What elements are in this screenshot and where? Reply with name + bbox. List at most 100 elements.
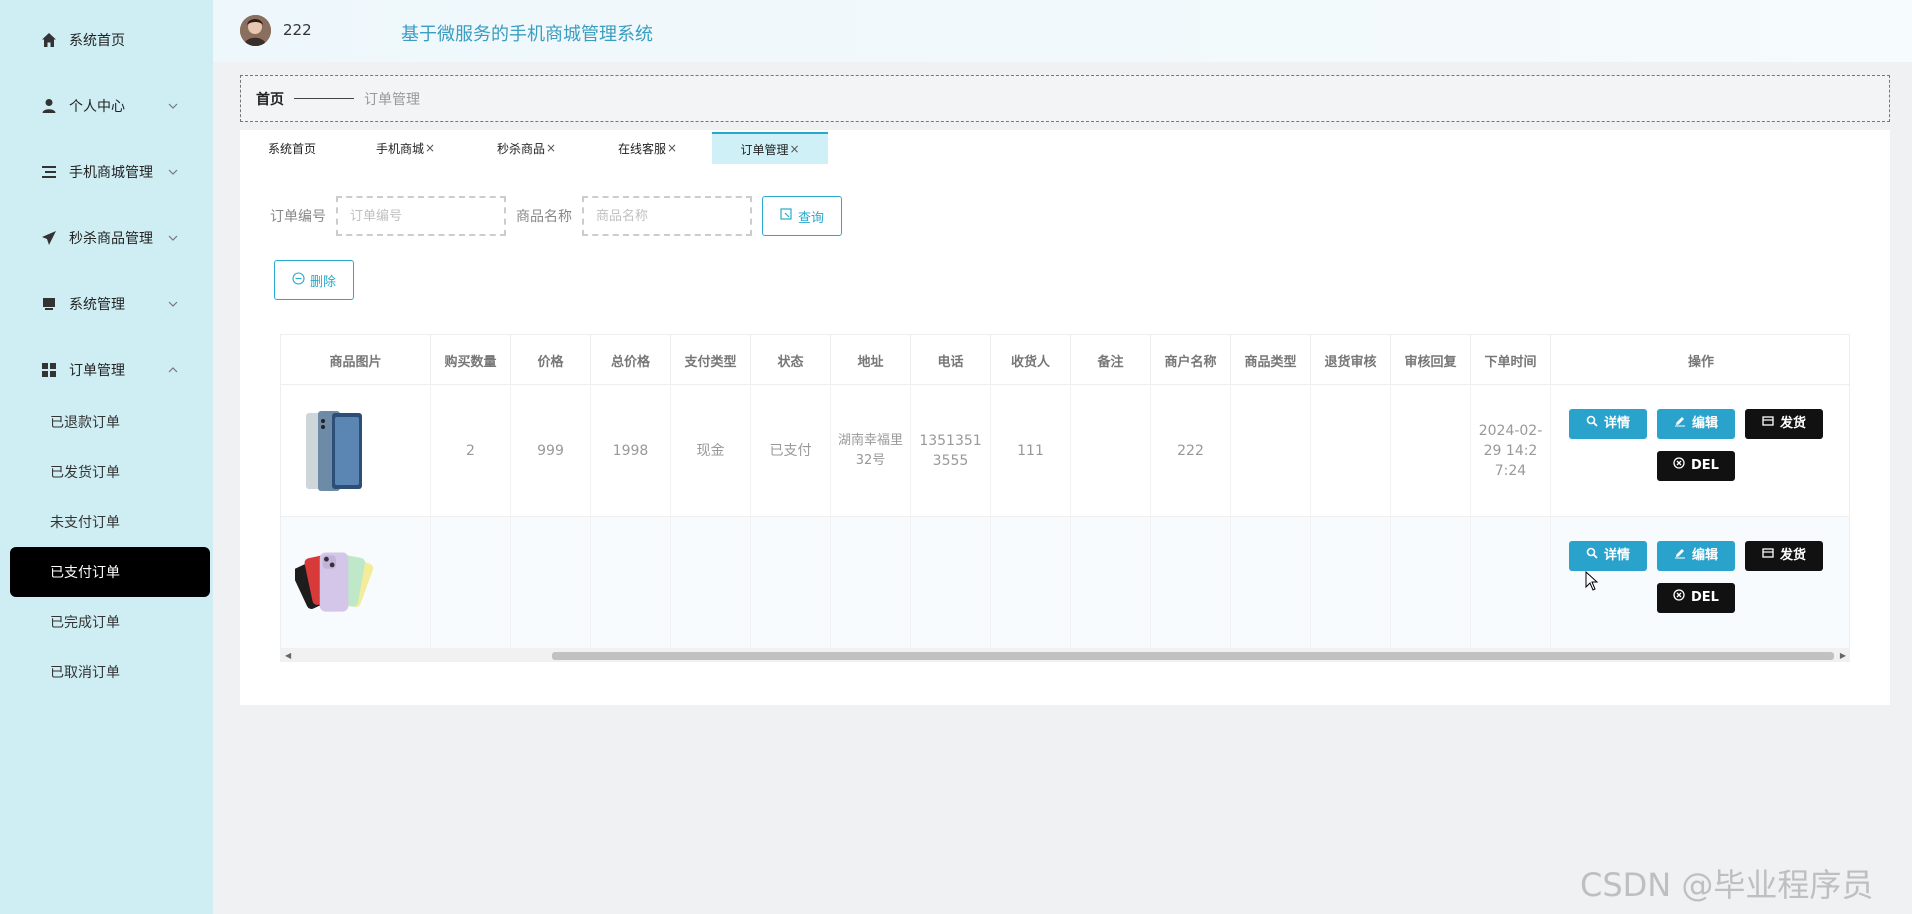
chevron-down-icon: [166, 99, 180, 113]
order-time-cell: [1471, 517, 1551, 649]
tab-label: 系统首页: [268, 141, 317, 156]
quantity-cell: 2: [431, 385, 511, 517]
sidebar-subitem-cancelled[interactable]: 已取消订单: [10, 647, 210, 697]
chevron-up-icon: [166, 363, 180, 377]
sidebar-item-label: 系统管理: [69, 297, 125, 313]
sidebar-item-system[interactable]: 系统管理: [0, 284, 213, 324]
close-icon[interactable]: ×: [789, 142, 799, 156]
table-row: 详情 编辑 发货 DEL: [281, 517, 1849, 649]
column-header: 审核回复: [1391, 335, 1471, 385]
close-icon[interactable]: ×: [667, 141, 677, 155]
del-button-label: DEL: [1691, 590, 1719, 605]
sidebar-subitem-completed[interactable]: 已完成订单: [10, 597, 210, 647]
tab-home[interactable]: 系统首页: [268, 132, 316, 164]
column-header: 商户名称: [1151, 335, 1231, 385]
price-cell: 999: [511, 385, 591, 517]
column-header: 下单时间: [1471, 335, 1551, 385]
delete-button-label: 删除: [309, 274, 336, 290]
column-header: 价格: [511, 335, 591, 385]
product-image[interactable]: [295, 411, 375, 491]
close-icon[interactable]: ×: [546, 141, 556, 155]
detail-button[interactable]: 详情: [1569, 409, 1647, 439]
detail-button-label: 详情: [1603, 548, 1630, 563]
review-reply-cell: [1391, 385, 1471, 517]
tab-customer-service[interactable]: 在线客服 ×: [618, 132, 677, 164]
column-header: 电话: [911, 335, 991, 385]
del-button[interactable]: DEL: [1657, 583, 1735, 613]
search-icon: [780, 207, 793, 225]
column-header: 地址: [831, 335, 911, 385]
return-review-cell: [1311, 385, 1391, 517]
edit-button[interactable]: 编辑: [1657, 409, 1735, 439]
close-circle-icon: [1673, 456, 1685, 476]
tab-order-management[interactable]: 订单管理 ×: [712, 132, 828, 164]
sidebar-item-seckill[interactable]: 秒杀商品管理: [0, 218, 213, 258]
column-header: 收货人: [991, 335, 1071, 385]
scroll-left-icon[interactable]: ◀: [285, 651, 291, 660]
delete-button[interactable]: 删除: [274, 260, 354, 300]
ship-button-label: 发货: [1779, 548, 1806, 563]
sidebar-item-label: 秒杀商品管理: [69, 231, 153, 247]
user-icon: [40, 97, 58, 115]
sidebar-item-label: 系统首页: [69, 33, 125, 49]
del-button-label: DEL: [1691, 458, 1719, 473]
scrollbar-thumb[interactable]: [552, 652, 1834, 660]
query-button[interactable]: 查询: [762, 196, 842, 236]
sidebar-item-label: 个人中心: [69, 99, 125, 115]
column-header: 支付类型: [671, 335, 751, 385]
ship-button[interactable]: 发货: [1745, 541, 1823, 571]
send-icon: [40, 229, 58, 247]
avatar[interactable]: [240, 15, 271, 46]
del-button[interactable]: DEL: [1657, 451, 1735, 481]
phone-cell: [911, 517, 991, 649]
top-header: 222 基于微服务的手机商城管理系统: [213, 0, 1912, 62]
sidebar-subitem-paid[interactable]: 已支付订单: [10, 547, 210, 597]
table-header: 商品图片 购买数量 价格 总价格 支付类型 状态 地址 电话 收货人 备注 商户…: [281, 335, 1849, 385]
sidebar-subitem-shipped[interactable]: 已发货订单: [10, 447, 210, 497]
sidebar-item-orders[interactable]: 订单管理: [0, 350, 213, 390]
pay-type-cell: 现金: [671, 385, 751, 517]
sidebar-subitem-refunded[interactable]: 已退款订单: [10, 397, 210, 447]
tab-phone-mall[interactable]: 手机商城 ×: [376, 132, 435, 164]
product-type-cell: [1231, 517, 1311, 649]
column-header: 购买数量: [431, 335, 511, 385]
box-icon: [1762, 414, 1774, 434]
column-header: 备注: [1071, 335, 1151, 385]
table-row: 2 999 1998 现金 已支付 湖南幸福里32号 13513513555 1…: [281, 385, 1849, 517]
sidebar-subitem-unpaid[interactable]: 未支付订单: [10, 497, 210, 547]
username: 222: [283, 21, 312, 39]
monitor-icon: [40, 295, 58, 313]
edit-button[interactable]: 编辑: [1657, 541, 1735, 571]
product-image-cell: [281, 385, 431, 517]
edit-button-label: 编辑: [1691, 548, 1718, 563]
list-icon: [40, 163, 58, 181]
order-time-cell: 2024-02-29 14:27:24: [1471, 385, 1551, 517]
main-panel: 系统首页 手机商城× 秒杀商品× 在线客服× 订单管理× 订单编号 商品名称 查…: [240, 130, 1890, 705]
status-cell: [751, 517, 831, 649]
scroll-right-icon[interactable]: ▶: [1840, 651, 1846, 660]
order-no-input[interactable]: [336, 196, 506, 236]
address-cell: [831, 517, 911, 649]
sidebar-item-home[interactable]: 系统首页: [0, 20, 213, 60]
detail-button[interactable]: 详情: [1569, 541, 1647, 571]
breadcrumb-current: 订单管理: [364, 91, 420, 108]
address-cell: 湖南幸福里32号: [831, 385, 911, 517]
product-name-input[interactable]: [582, 196, 752, 236]
close-circle-icon: [1673, 588, 1685, 608]
phone-cell: 13513513555: [911, 385, 991, 517]
query-button-label: 查询: [797, 210, 824, 226]
product-name-label: 商品名称: [516, 209, 572, 225]
sidebar-item-phone-mall[interactable]: 手机商城管理: [0, 152, 213, 192]
product-image[interactable]: [295, 543, 375, 623]
receiver-cell: [991, 517, 1071, 649]
ship-button[interactable]: 发货: [1745, 409, 1823, 439]
tab-seckill[interactable]: 秒杀商品 ×: [497, 132, 556, 164]
sidebar-item-personal[interactable]: 个人中心: [0, 86, 213, 126]
breadcrumb-home[interactable]: 首页: [256, 89, 284, 109]
pay-type-cell: [671, 517, 751, 649]
detail-button-label: 详情: [1603, 416, 1630, 431]
horizontal-scrollbar[interactable]: ◀ ▶: [280, 649, 1850, 662]
status-cell: 已支付: [751, 385, 831, 517]
column-header: 商品图片: [281, 335, 431, 385]
close-icon[interactable]: ×: [425, 141, 435, 155]
